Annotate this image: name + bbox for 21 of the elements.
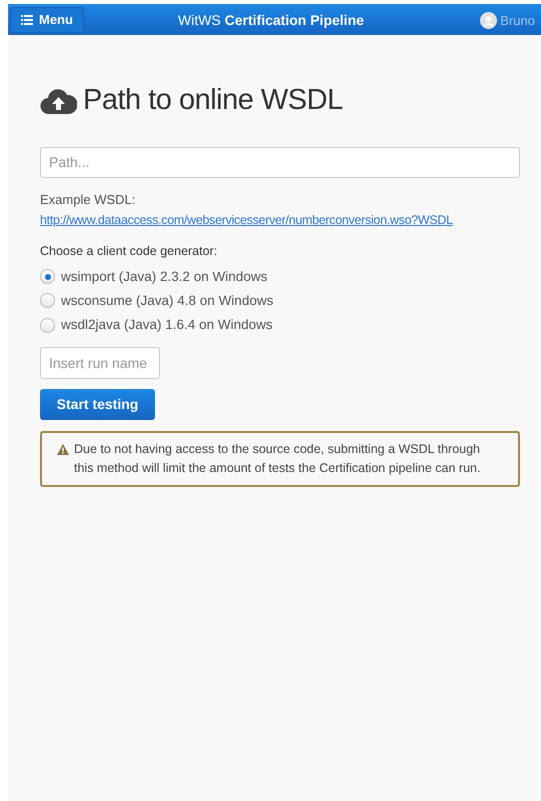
avatar-icon [480, 12, 498, 30]
generator-label: Choose a client code generator: [40, 242, 218, 260]
radio-button[interactable] [40, 293, 55, 308]
start-testing-button[interactable]: Start testing [40, 389, 155, 420]
menu-button[interactable]: Menu [10, 6, 84, 32]
example-label: Example WSDL: [40, 190, 136, 209]
radio-label[interactable]: wsconsume (Java) 4.8 on Windows [61, 290, 274, 311]
path-field[interactable]: Path... [40, 146, 520, 178]
example-link[interactable]: http://www.dataaccess.com/webservicesserver/numberconversion.wso?WSDL [40, 211, 509, 230]
cloud-upload-icon [40, 86, 77, 115]
radio-button[interactable] [40, 318, 55, 333]
run-name-field[interactable]: Insert run name [40, 347, 160, 380]
radio-label[interactable]: wsdl2java (Java) 1.6.4 on Windows [61, 315, 273, 336]
warning-message: Due to not having access to the source code, submitting a WSDL through this method will limit the amount of tests the Certification pipeline can run. [74, 441, 482, 478]
menu-icon [21, 14, 33, 24]
warning-icon [57, 444, 69, 456]
app-title: WitWS Certification Pipeline [178, 11, 364, 30]
radio-label[interactable]: wsimport (Java) 2.3.2 on Windows [61, 266, 268, 287]
radio-button[interactable] [40, 269, 55, 284]
page-heading: Path to online WSDL [83, 83, 343, 118]
user-menu[interactable]: Bruno [500, 11, 541, 30]
